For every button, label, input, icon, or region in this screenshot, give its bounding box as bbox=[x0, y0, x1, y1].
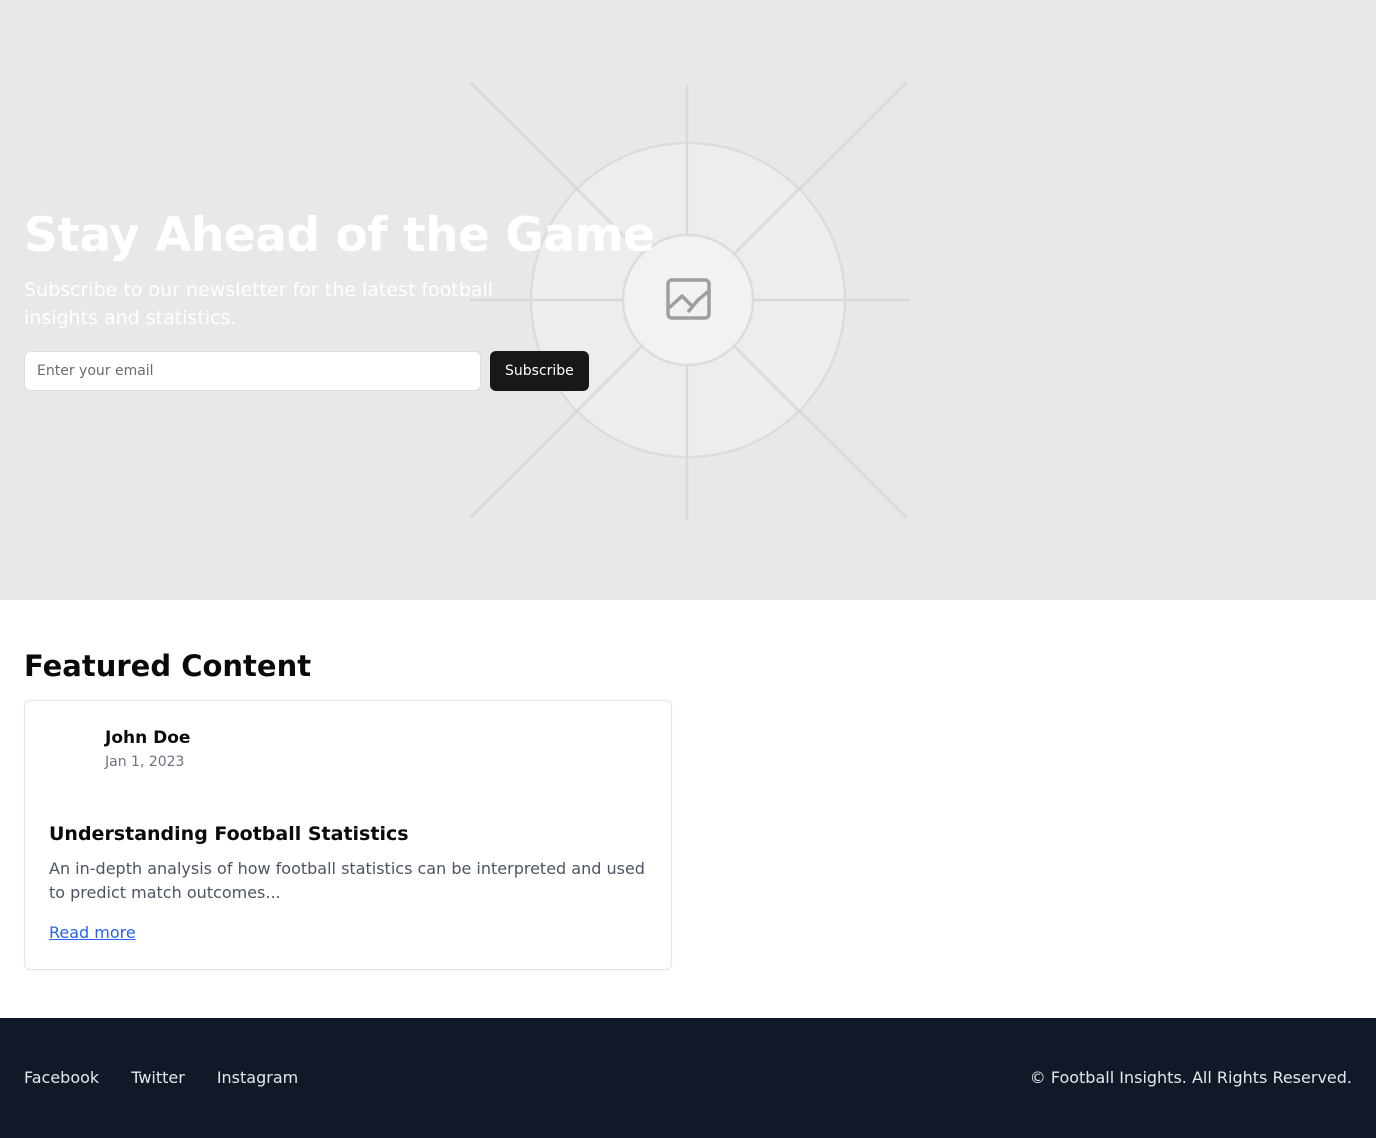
twitter-link[interactable]: Twitter bbox=[131, 1068, 185, 1087]
hero-subtitle: Subscribe to our newsletter for the late… bbox=[24, 279, 494, 329]
hero-section: Stay Ahead of the Game Subscribe to our … bbox=[0, 0, 1376, 600]
subscribe-button[interactable]: Subscribe bbox=[490, 351, 589, 391]
avatar bbox=[50, 727, 98, 775]
facebook-link[interactable]: Facebook bbox=[24, 1068, 99, 1087]
card-excerpt: An in-depth analysis of how football sta… bbox=[49, 859, 645, 902]
email-input[interactable] bbox=[24, 351, 481, 391]
featured-section: Featured Content John Doe Jan 1, 2023 Un… bbox=[0, 600, 1376, 1018]
subscribe-form: Subscribe bbox=[24, 351, 604, 391]
instagram-link[interactable]: Instagram bbox=[217, 1068, 298, 1087]
social-links: Facebook Twitter Instagram bbox=[24, 1068, 298, 1087]
hero-title: Stay Ahead of the Game bbox=[24, 208, 655, 263]
content-card: John Doe Jan 1, 2023 Understanding Footb… bbox=[24, 700, 672, 970]
footer: Facebook Twitter Instagram © Football In… bbox=[0, 1018, 1376, 1138]
featured-heading: Featured Content bbox=[24, 649, 312, 683]
post-date: Jan 1, 2023 bbox=[105, 754, 185, 770]
copyright-text: © Football Insights. All Rights Reserved… bbox=[1029, 1068, 1352, 1087]
read-more-link[interactable]: Read more bbox=[49, 923, 136, 942]
image-placeholder-icon bbox=[666, 278, 712, 320]
card-title: Understanding Football Statistics bbox=[49, 823, 409, 845]
hero-content: Stay Ahead of the Game Subscribe to our … bbox=[24, 206, 655, 391]
author-name: John Doe bbox=[105, 728, 191, 748]
